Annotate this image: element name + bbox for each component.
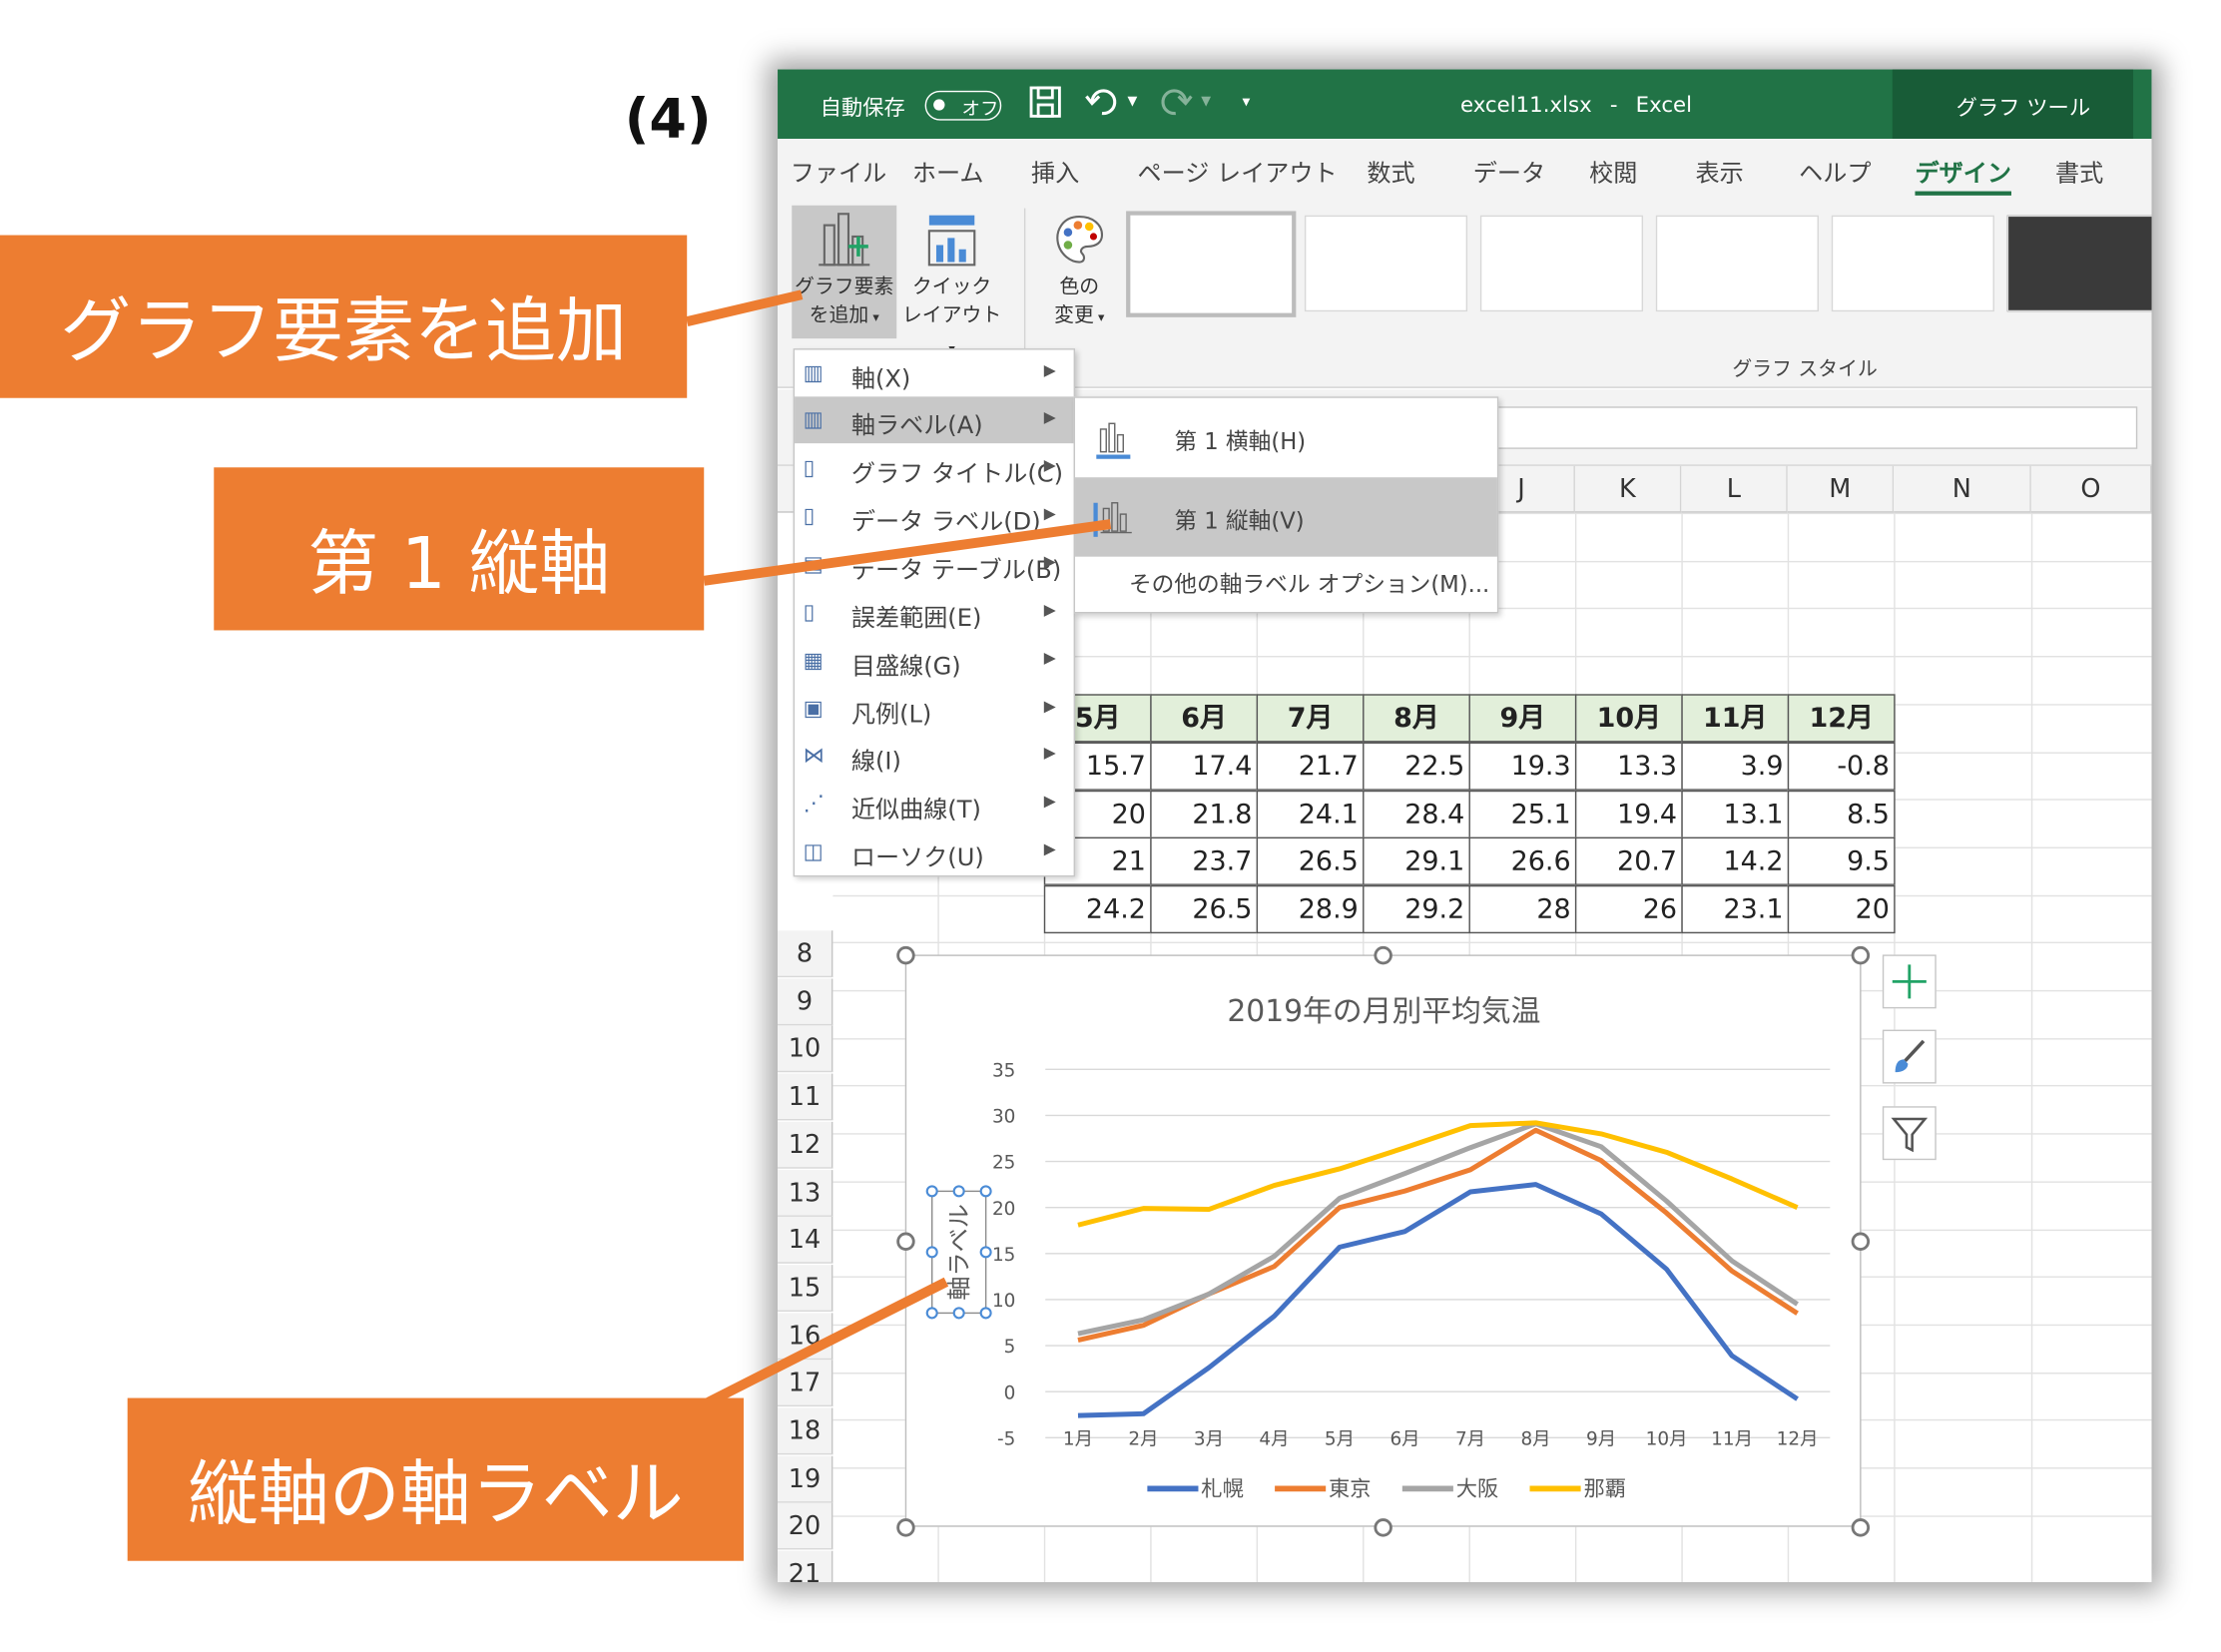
connector-primary-vertical <box>703 519 1112 586</box>
connector-add-element <box>686 289 804 326</box>
tutorial-screenshot: (4) 自動保存 オフ ▼ ▼ ▾ excel11.xlsx - Excel グ… <box>0 0 2221 1652</box>
callout-primary-vertical: 第 1 縦軸 <box>214 467 705 631</box>
callout-add-element: グラフ要素を追加 <box>0 235 688 398</box>
connector-vertical-label <box>706 1277 949 1407</box>
callout-vertical-axis-label: 縦軸の軸ラベル <box>127 1397 744 1561</box>
